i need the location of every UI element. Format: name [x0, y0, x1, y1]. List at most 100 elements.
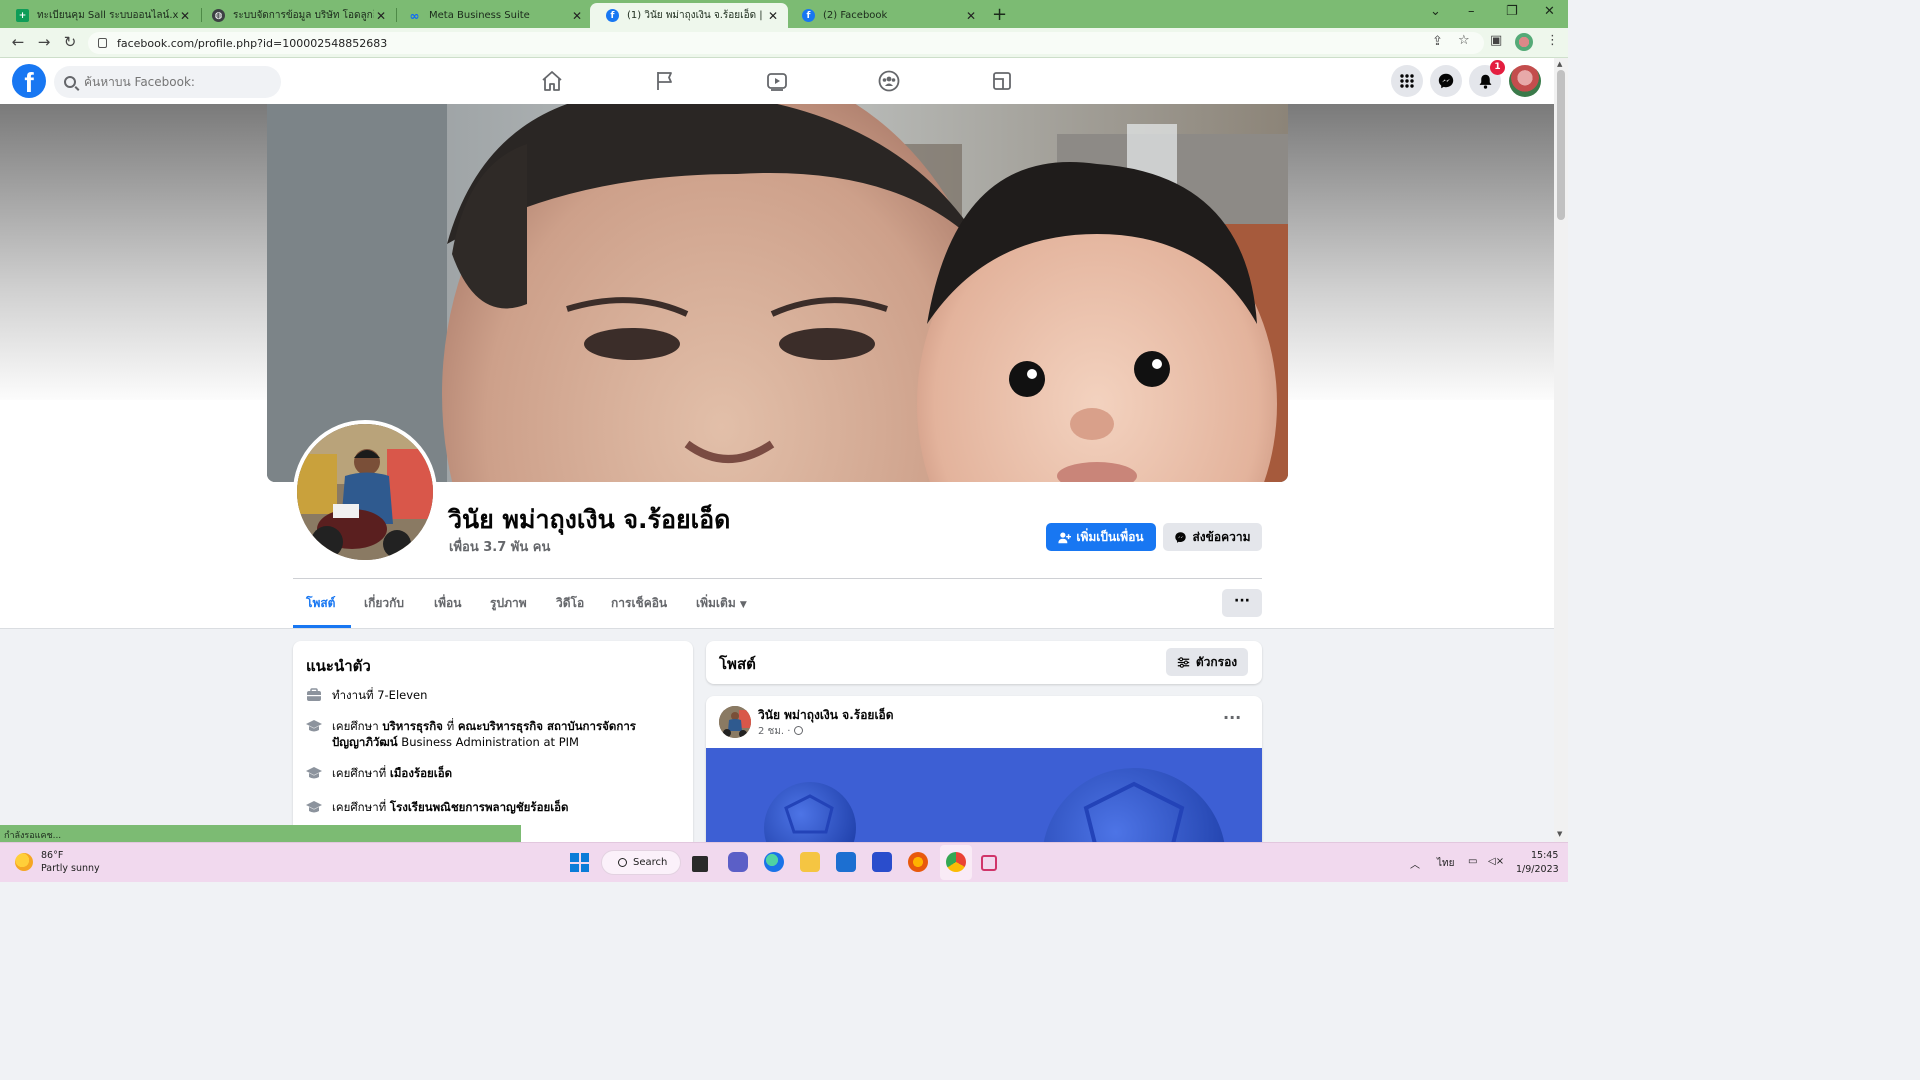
browser-profile-avatar[interactable]	[1515, 33, 1533, 51]
weather-temperature[interactable]: 86°F	[41, 850, 63, 861]
snipping-tool-icon[interactable]	[981, 855, 997, 871]
clock-date[interactable]: 1/9/2023	[1516, 864, 1559, 875]
close-icon[interactable]: ✕	[570, 9, 584, 23]
facebook-logo-icon[interactable]: f	[12, 64, 46, 98]
weather-description[interactable]: Partly sunny	[41, 863, 100, 874]
intro-work-text: ทำงานที่ 7-Eleven	[332, 688, 428, 702]
add-friend-button[interactable]: เพิ่มเป็นเพื่อน	[1046, 523, 1156, 551]
back-button[interactable]: ←	[8, 33, 28, 51]
tab-checkins[interactable]: การเช็คอิน	[611, 594, 667, 613]
browser-tab-facebook[interactable]: f (2) Facebook ✕	[786, 3, 986, 28]
post-image-content	[706, 748, 1262, 842]
post-author-avatar[interactable]	[719, 706, 751, 738]
tab-search-icon[interactable]: ⌄	[1430, 4, 1441, 19]
tab-title: (2) Facebook	[823, 10, 888, 21]
mail-icon[interactable]	[836, 852, 856, 872]
windows-start-icon[interactable]	[570, 853, 589, 872]
nav-home[interactable]	[496, 58, 608, 104]
file-explorer-icon[interactable]	[800, 852, 820, 872]
network-icon[interactable]: ▭	[1468, 856, 1477, 867]
side-panel-icon[interactable]: ▣	[1490, 33, 1502, 48]
nav-watch[interactable]	[721, 58, 833, 104]
post-image[interactable]	[706, 748, 1262, 842]
post-options-icon[interactable]: ···	[1223, 708, 1241, 727]
browser-menu-icon[interactable]: ⋮	[1546, 33, 1559, 48]
browser-tab-system[interactable]: ◍ ระบบจัดการข้อมูล บริษัท โอดลูกอ็อต ✕	[196, 3, 396, 28]
tab-more[interactable]: เพิ่มเติม ▼	[696, 594, 747, 613]
nav-groups[interactable]	[833, 58, 945, 104]
messenger-icon	[1438, 73, 1454, 89]
flag-icon	[657, 72, 672, 90]
clock-time[interactable]: 15:45	[1531, 850, 1558, 861]
nav-gaming[interactable]	[946, 58, 1058, 104]
menu-button[interactable]	[1391, 65, 1423, 97]
cover-photo[interactable]	[267, 104, 1288, 482]
gaming-icon	[993, 72, 1011, 90]
account-avatar[interactable]	[1509, 65, 1541, 97]
facebook-search-input[interactable]	[84, 75, 264, 89]
nav-pages[interactable]	[609, 58, 721, 104]
forward-button[interactable]: →	[34, 33, 54, 51]
messenger-icon	[1175, 531, 1187, 543]
send-message-label: ส่งข้อความ	[1192, 529, 1251, 544]
tab-title: (1) วินัย พม่าถุงเงิน จ.ร้อยเอ็ด | Faceb	[627, 10, 766, 21]
task-view-icon[interactable]	[692, 856, 708, 872]
tab-videos[interactable]: วิดีโอ	[556, 594, 584, 613]
volume-muted-icon[interactable]: ◁×	[1488, 856, 1504, 867]
maximize-button[interactable]: ❐	[1506, 4, 1518, 19]
work-place-link[interactable]: 7-Eleven	[377, 688, 427, 702]
firefox-icon[interactable]	[908, 852, 928, 872]
tab-posts[interactable]: โพสต์	[306, 594, 335, 613]
school-link-muang[interactable]: เมืองร้อยเอ็ด	[390, 766, 452, 780]
friend-count[interactable]: เพื่อน 3.7 พัน คน	[449, 536, 550, 557]
input-language[interactable]: ไทย	[1437, 856, 1454, 871]
school-link-pim[interactable]: คณะบริหารธุรกิจ สถาบันการจัดการ	[458, 719, 636, 733]
chrome-icon[interactable]	[946, 852, 966, 872]
tab-about[interactable]: เกี่ยวกับ	[364, 594, 404, 613]
teams-chat-icon[interactable]	[728, 852, 748, 872]
facebook-icon: f	[802, 9, 815, 22]
profile-more-button[interactable]: ···	[1222, 589, 1262, 617]
close-icon[interactable]: ✕	[374, 9, 388, 23]
close-window-button[interactable]: ✕	[1544, 4, 1555, 19]
post-timestamp[interactable]: 2 ชม. ·	[758, 724, 803, 739]
tab-photos[interactable]: รูปภาพ	[490, 594, 527, 613]
tab-friends[interactable]: เพื่อน	[434, 594, 461, 613]
taskbar-search[interactable]: Search	[601, 850, 681, 875]
bookmark-star-icon[interactable]: ☆	[1458, 33, 1470, 48]
edge-browser-icon[interactable]	[764, 852, 784, 872]
new-tab-button[interactable]: +	[992, 4, 1007, 25]
browser-tab-sheets[interactable]: + ทะเบียนคุม Sall ระบบออนไลน์.xlsx - G ✕	[0, 3, 200, 28]
filter-button[interactable]: ตัวกรอง	[1166, 648, 1248, 676]
close-icon[interactable]: ✕	[766, 9, 780, 23]
post-author-name[interactable]: วินัย พม่าถุงเงิน จ.ร้อยเอ็ด	[758, 706, 894, 725]
profile-picture[interactable]	[293, 420, 437, 564]
scroll-up-icon[interactable]: ▲	[1557, 60, 1562, 68]
scrollbar-thumb[interactable]	[1557, 70, 1565, 220]
facebook-header: f	[0, 58, 1554, 104]
send-message-button[interactable]: ส่งข้อความ	[1163, 523, 1262, 551]
minimize-button[interactable]: –	[1468, 4, 1475, 19]
intro-education-2: เคยศึกษาที่ เมืองร้อยเอ็ด	[306, 765, 452, 783]
scroll-down-icon[interactable]: ▼	[1557, 830, 1562, 838]
add-friend-icon	[1058, 531, 1072, 543]
weather-sun-icon[interactable]	[15, 853, 33, 871]
close-icon[interactable]: ✕	[178, 9, 192, 23]
page-scrollbar[interactable]: ▲ ▼	[1554, 58, 1568, 842]
meta-icon: ∞	[409, 8, 420, 23]
messenger-button[interactable]	[1430, 65, 1462, 97]
intro-education-1-text: เคยศึกษา บริหารธุรกิจ ที่ คณะบริหารธุรกิ…	[332, 719, 636, 749]
school-link-commercial[interactable]: โรงเรียนพณิชยการพลาญชัยร้อยเอ็ด	[390, 800, 569, 814]
share-icon[interactable]: ⇪	[1432, 34, 1443, 49]
browser-tab-meta[interactable]: ∞ Meta Business Suite ✕	[392, 3, 592, 28]
facebook-search[interactable]	[54, 66, 281, 98]
omnibox[interactable]: facebook.com/profile.php?id=100002548852…	[88, 32, 1484, 54]
app-icon[interactable]	[872, 852, 892, 872]
browser-tab-profile[interactable]: f (1) วินัย พม่าถุงเงิน จ.ร้อยเอ็ด | Fac…	[590, 3, 788, 28]
url-text: facebook.com/profile.php?id=100002548852…	[117, 36, 388, 50]
close-icon[interactable]: ✕	[964, 9, 978, 23]
reload-button[interactable]: ↻	[60, 33, 80, 51]
tray-overflow-icon[interactable]: ︿	[1410, 856, 1420, 871]
profile-name: วินัย พม่าถุงเงิน จ.ร้อยเอ็ด	[448, 505, 731, 534]
profile-picture-image	[297, 424, 433, 560]
